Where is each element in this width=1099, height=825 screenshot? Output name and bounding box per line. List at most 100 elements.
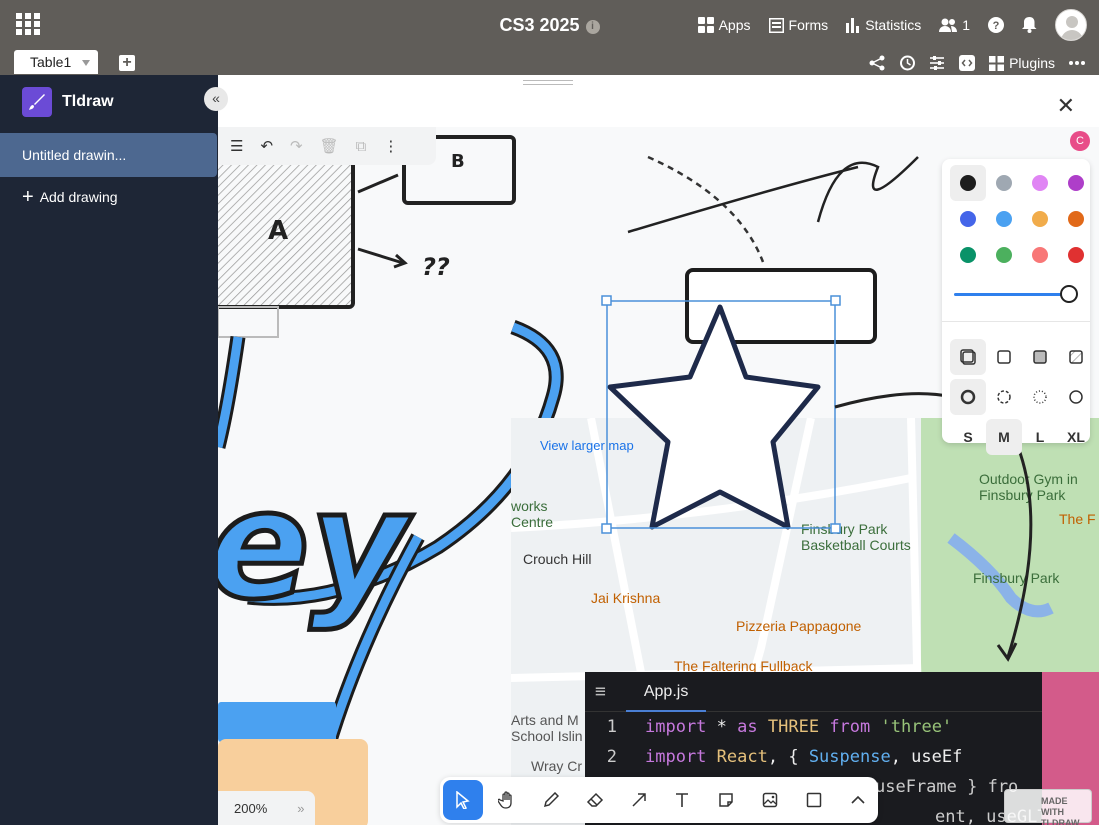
map-label: Finsbury Park <box>973 570 1060 586</box>
rectangle-tool-icon[interactable] <box>794 780 834 820</box>
dash-draw-icon[interactable] <box>950 379 986 415</box>
size-row: S M L XL <box>950 419 1094 455</box>
color-swatch[interactable] <box>1022 237 1058 273</box>
map-view-larger-link[interactable]: View larger map <box>540 438 634 453</box>
divider <box>942 321 1090 322</box>
more-icon[interactable] <box>1069 61 1085 65</box>
color-swatch[interactable] <box>986 165 1022 201</box>
statistics-label: Statistics <box>865 17 922 33</box>
color-swatch[interactable] <box>1022 201 1058 237</box>
tldraw-menu-bar: ☰ ↶ ↷ 🗑 ⧉ ⋮ <box>218 127 436 165</box>
select-tool-icon[interactable] <box>443 780 483 820</box>
map-label: Pizzeria Pappagone <box>736 618 862 634</box>
size-option-s[interactable]: S <box>950 419 986 455</box>
help-button[interactable]: ? <box>988 17 1004 33</box>
more-actions-icon[interactable]: ⋮ <box>383 137 398 155</box>
undo-icon[interactable]: ↶ <box>260 137 273 155</box>
main-menu-icon[interactable]: ☰ <box>230 137 243 155</box>
fill-none-icon[interactable] <box>950 339 986 375</box>
apps-button[interactable]: Apps <box>697 17 751 33</box>
style-panel: S M L XL <box>942 159 1090 455</box>
map-label: works Centre <box>511 498 554 530</box>
shape-label-a: A <box>268 216 288 246</box>
color-swatch[interactable] <box>950 237 986 273</box>
map-label: Wray Cr <box>531 758 583 774</box>
opacity-slider-knob[interactable] <box>1060 285 1078 303</box>
hand-tool-icon[interactable] <box>487 780 527 820</box>
fill-pattern-icon[interactable] <box>1058 339 1094 375</box>
tldraw-canvas[interactable]: A B ?? ey View larger map Crouch Hill Ja… <box>218 127 1099 825</box>
fill-solid-icon[interactable] <box>1022 339 1058 375</box>
caret-down-icon[interactable] <box>82 60 90 66</box>
forms-icon <box>768 17 784 33</box>
view-toolbar: Plugins <box>869 52 1085 74</box>
zoom-menu[interactable]: 200% » <box>218 791 315 825</box>
question-text: ?? <box>422 253 450 281</box>
redo-icon[interactable]: ↷ <box>290 137 303 155</box>
hamburger-icon[interactable]: ≡ <box>595 681 606 702</box>
color-swatch[interactable] <box>1022 165 1058 201</box>
color-swatch[interactable] <box>950 165 986 201</box>
code-embed-icon[interactable] <box>959 55 976 71</box>
history-icon[interactable] <box>899 55 916 71</box>
dash-solid-icon[interactable] <box>1058 379 1094 415</box>
text-tool-icon[interactable] <box>663 780 703 820</box>
size-option-l[interactable]: L <box>1022 419 1058 455</box>
header-nav: Apps Forms Statistics 1 ? <box>697 9 1087 41</box>
opacity-slider-track[interactable] <box>954 293 1068 296</box>
color-swatch[interactable] <box>986 201 1022 237</box>
fill-semi-icon[interactable] <box>986 339 1022 375</box>
drawing-editor: ✕ A B ?? ey View larger map Crouch Hill … <box>218 75 1099 825</box>
forms-button[interactable]: Forms <box>768 17 828 33</box>
color-swatch[interactable] <box>1058 201 1094 237</box>
chevron-right-icon[interactable]: » <box>297 801 304 816</box>
note-tool-icon[interactable] <box>706 780 746 820</box>
map-label: Arts and M School Islin <box>511 712 583 744</box>
apps-icon <box>697 17 714 33</box>
map-label: The F <box>1059 511 1096 527</box>
draw-tool-icon[interactable] <box>531 780 571 820</box>
image-tool-icon[interactable] <box>750 780 790 820</box>
svg-text:?: ? <box>993 20 1000 32</box>
drag-handle[interactable] <box>523 80 573 85</box>
tldraw-watermark[interactable]: MADE WITH TLDRAW <box>1004 789 1092 825</box>
code-tab[interactable]: App.js <box>625 672 707 712</box>
help-icon: ? <box>988 17 1004 33</box>
code-line: 1 import * as THREE from 'three' <box>606 717 953 737</box>
color-swatch[interactable] <box>1058 237 1094 273</box>
statistics-icon <box>846 17 860 33</box>
code-line: 2 import React, { Suspense, useEf <box>606 747 963 767</box>
close-icon[interactable]: ✕ <box>1057 93 1075 119</box>
dash-dashed-icon[interactable] <box>986 379 1022 415</box>
zoom-level: 200% <box>234 800 268 816</box>
users-icon <box>939 18 958 32</box>
color-swatch[interactable] <box>950 201 986 237</box>
collaborators-count: 1 <box>962 17 970 33</box>
size-option-m[interactable]: M <box>986 419 1022 455</box>
color-swatch[interactable] <box>1058 165 1094 201</box>
user-avatar[interactable] <box>1055 9 1087 41</box>
bell-icon <box>1022 17 1037 33</box>
collaborator-cursor-badge: C <box>1070 131 1090 151</box>
add-drawing-button[interactable]: + Add drawing <box>22 187 118 207</box>
filter-settings-icon[interactable] <box>929 55 945 71</box>
collapse-sidebar-button[interactable]: « <box>204 87 228 111</box>
delete-icon[interactable]: 🗑 <box>320 137 339 155</box>
tab-table1[interactable]: Table1 <box>14 50 98 74</box>
duplicate-icon[interactable]: ⧉ <box>356 138 367 155</box>
eraser-tool-icon[interactable] <box>575 780 615 820</box>
share-icon[interactable] <box>869 55 885 71</box>
dash-dotted-icon[interactable] <box>1022 379 1058 415</box>
statistics-button[interactable]: Statistics <box>846 17 921 33</box>
size-option-xl[interactable]: XL <box>1058 419 1094 455</box>
collaborators-button[interactable]: 1 <box>939 17 970 33</box>
more-tools-icon[interactable] <box>838 780 878 820</box>
arrow-tool-icon[interactable] <box>619 780 659 820</box>
plugins-button[interactable]: Plugins <box>989 55 1055 71</box>
add-table-button[interactable]: + <box>119 55 135 71</box>
color-swatch[interactable] <box>986 237 1022 273</box>
info-icon[interactable]: i <box>585 20 600 34</box>
notifications-button[interactable] <box>1022 17 1037 33</box>
fill-style-row <box>950 339 1094 375</box>
sidebar-item-drawing[interactable]: Untitled drawin... <box>0 133 217 177</box>
